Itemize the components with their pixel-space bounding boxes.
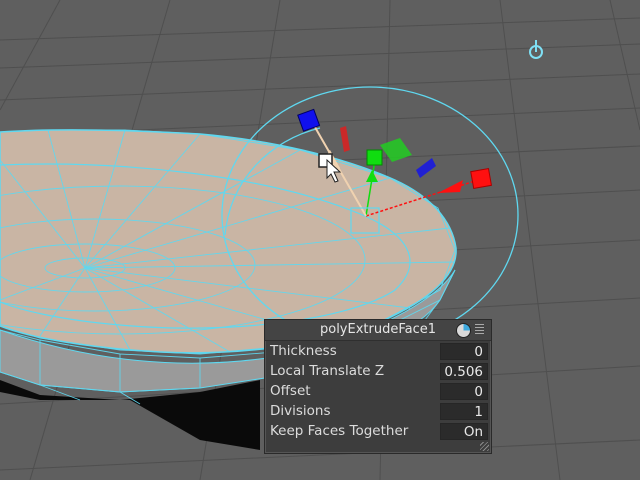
attr-row-thickness[interactable]: Thickness 0 xyxy=(268,342,488,361)
attr-row-divisions[interactable]: Divisions 1 xyxy=(268,402,488,421)
plane-yz-handle[interactable] xyxy=(340,126,350,152)
plane-xz-handle[interactable] xyxy=(416,158,436,178)
attr-row-keep-faces-together[interactable]: Keep Faces Together On xyxy=(268,422,488,441)
attr-label: Keep Faces Together xyxy=(270,423,409,439)
attr-label: Offset xyxy=(270,383,311,399)
attr-row-offset[interactable]: Offset 0 xyxy=(268,382,488,401)
scale-x-handle[interactable] xyxy=(470,167,493,190)
3d-viewport[interactable]: polyExtrudeFace1 Thickness 0 Local Trans… xyxy=(0,0,640,480)
attr-value-field[interactable]: On xyxy=(440,423,488,440)
menu-icon[interactable] xyxy=(475,324,484,335)
scale-y-handle[interactable] xyxy=(366,149,383,166)
move-x-arrow[interactable] xyxy=(438,180,463,193)
attr-value-field[interactable]: 0 xyxy=(440,383,488,400)
in-view-editor[interactable]: polyExtrudeFace1 Thickness 0 Local Trans… xyxy=(264,319,492,454)
attr-value-field[interactable]: 0.506 xyxy=(440,363,488,380)
attr-value-field[interactable]: 0 xyxy=(440,343,488,360)
pivot-icon[interactable] xyxy=(529,40,543,59)
resize-grip-icon[interactable] xyxy=(480,442,489,451)
attr-value-field[interactable]: 1 xyxy=(440,403,488,420)
attr-label: Local Translate Z xyxy=(270,363,385,379)
attr-label: Divisions xyxy=(270,403,331,419)
attr-label: Thickness xyxy=(270,343,337,359)
attr-row-local-translate-z[interactable]: Local Translate Z 0.506 xyxy=(268,362,488,381)
attribute-icon[interactable] xyxy=(456,323,471,338)
